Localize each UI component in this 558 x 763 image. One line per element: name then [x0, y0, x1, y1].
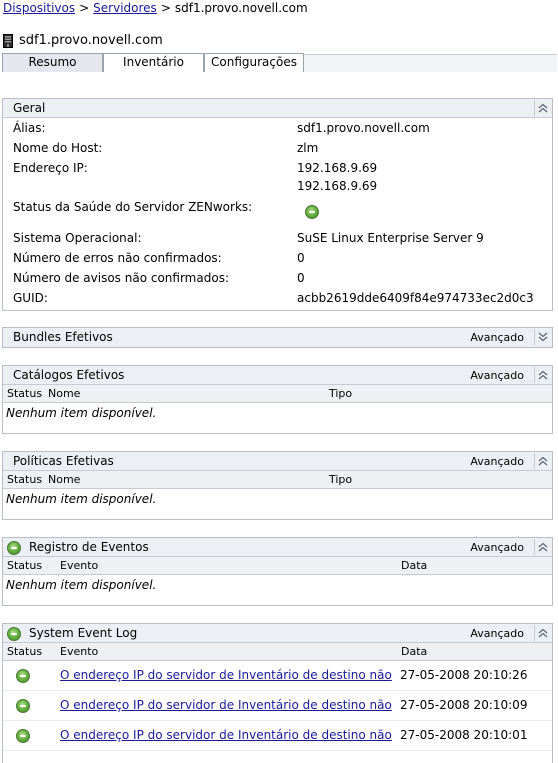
- tab-resumo[interactable]: Resumo: [2, 53, 103, 72]
- breadcrumb-separator: >: [160, 1, 171, 15]
- column-nome[interactable]: Nome: [48, 471, 80, 489]
- collapse-up-icon[interactable]: [534, 539, 550, 555]
- column-status[interactable]: Status: [7, 557, 42, 575]
- field-label-os: Sistema Operacional:: [13, 231, 142, 245]
- breadcrumb-separator: >: [79, 1, 90, 15]
- field-label-ip: Endereço IP:: [13, 161, 88, 175]
- field-value-ip: 192.168.9.69: [297, 161, 378, 175]
- politicas-column-header: Status Nome Tipo: [3, 471, 552, 489]
- collapse-up-icon[interactable]: [534, 625, 550, 641]
- tab-bar-filler: [304, 54, 557, 72]
- field-label-guid: GUID:: [13, 291, 48, 305]
- column-data[interactable]: Data: [401, 557, 427, 575]
- syslog-panel-title: System Event Log: [29, 626, 138, 640]
- column-status[interactable]: Status: [7, 385, 42, 403]
- bundles-panel-title: Bundles Efetivos: [13, 330, 113, 344]
- politicas-advanced-link[interactable]: Avançado: [470, 452, 524, 471]
- tab-configuracoes[interactable]: Configurações: [204, 53, 304, 72]
- syslog-column-header: Status Evento Data: [3, 643, 552, 661]
- catalogos-column-header: Status Nome Tipo: [3, 385, 552, 403]
- empty-message: Nenhum item disponível.: [6, 406, 157, 420]
- ok-status-icon: [16, 699, 30, 716]
- field-label-warnings: Número de avisos não confirmados:: [13, 271, 229, 285]
- event-date: 27-05-2008 20:10:26: [400, 668, 528, 682]
- catalogos-panel-title: Catálogos Efetivos: [13, 368, 125, 382]
- syslog-panel-header: System Event Log Avançado: [3, 624, 552, 643]
- breadcrumb: Dispositivos > Servidores > sdf1.provo.novel…: [3, 1, 308, 15]
- geral-panel-title: Geral: [13, 101, 46, 115]
- field-label-errors: Número de erros não confirmados:: [13, 251, 222, 265]
- event-date: 27-05-2008 20:10:01: [400, 728, 528, 742]
- field-value-alias: sdf1.provo.novell.com: [297, 121, 430, 135]
- page-title-row: sdf1.provo.novell.com: [3, 33, 163, 48]
- field-value-warnings: 0: [297, 271, 305, 285]
- politicas-panel-title: Políticas Efetivas: [13, 454, 114, 468]
- breadcrumb-link-servidores[interactable]: Servidores: [93, 1, 157, 15]
- column-tipo[interactable]: Tipo: [329, 471, 352, 489]
- registro-panel-header: Registro de Eventos Avançado: [3, 538, 552, 557]
- catalogos-panel-header: Catálogos Efetivos Avançado: [3, 366, 552, 385]
- page-title: sdf1.provo.novell.com: [19, 33, 163, 48]
- tab-bar: Resumo Inventário Configurações: [2, 53, 557, 72]
- field-value-os: SuSE Linux Enterprise Server 9: [297, 231, 484, 245]
- syslog-panel: System Event Log Avançado Status Evento …: [2, 623, 553, 763]
- bundles-advanced-link[interactable]: Avançado: [470, 328, 524, 347]
- tab-inventario[interactable]: Inventário: [103, 53, 204, 72]
- empty-message: Nenhum item disponível.: [6, 492, 157, 506]
- breadcrumb-current: sdf1.provo.novell.com: [174, 1, 308, 15]
- column-nome[interactable]: Nome: [48, 385, 80, 403]
- registro-advanced-link[interactable]: Avançado: [470, 538, 524, 557]
- column-data[interactable]: Data: [401, 643, 427, 661]
- event-link[interactable]: O endereço IP do servidor de Inventário …: [60, 728, 392, 742]
- catalogos-panel: Catálogos Efetivos Avançado Status Nome …: [2, 365, 553, 434]
- collapse-up-icon[interactable]: [534, 453, 550, 469]
- registro-panel-title: Registro de Eventos: [29, 540, 149, 554]
- politicas-panel-header: Políticas Efetivas Avançado: [3, 452, 552, 471]
- expand-down-icon[interactable]: [534, 329, 550, 345]
- ok-status-icon: [16, 669, 30, 686]
- registro-panel: Registro de Eventos Avançado Status Even…: [2, 537, 553, 606]
- field-value-guid: acbb2619dde6409f84e974733ec2d0c3: [297, 291, 534, 305]
- field-value-errors: 0: [297, 251, 305, 265]
- bundles-panel-header: Bundles Efetivos Avançado: [3, 328, 552, 347]
- table-row: O endereço IP do servidor de Inventário …: [3, 691, 552, 721]
- geral-panel: Geral Álias: sdf1.provo.novell.com Nome …: [2, 98, 553, 311]
- field-label-alias: Álias:: [13, 121, 46, 135]
- server-icon: [3, 33, 13, 48]
- registro-column-header: Status Evento Data: [3, 557, 552, 575]
- ok-status-icon: [16, 729, 30, 746]
- event-link[interactable]: O endereço IP do servidor de Inventário …: [60, 698, 392, 712]
- politicas-panel: Políticas Efetivas Avançado Status Nome …: [2, 451, 553, 520]
- catalogos-advanced-link[interactable]: Avançado: [470, 366, 524, 385]
- syslog-advanced-link[interactable]: Avançado: [470, 624, 524, 643]
- event-link[interactable]: O endereço IP do servidor de Inventário …: [60, 668, 392, 682]
- empty-message: Nenhum item disponível.: [6, 578, 157, 592]
- field-label-hostname: Nome do Host:: [13, 141, 103, 155]
- bundles-panel: Bundles Efetivos Avançado: [2, 327, 553, 348]
- field-value-hostname: zlm: [297, 141, 319, 155]
- breadcrumb-link-dispositivos[interactable]: Dispositivos: [3, 1, 75, 15]
- collapse-up-icon[interactable]: [534, 367, 550, 383]
- field-value-ip-2: 192.168.9.69: [297, 179, 378, 193]
- column-evento[interactable]: Evento: [60, 643, 98, 661]
- collapse-up-icon[interactable]: [534, 100, 550, 116]
- column-status[interactable]: Status: [7, 471, 42, 489]
- table-row: O endereço IP do servidor de Inventário …: [3, 721, 552, 751]
- column-status[interactable]: Status: [7, 643, 42, 661]
- field-label-health: Status da Saúde do Servidor ZENworks:: [13, 200, 253, 214]
- table-row: O endereço IP do servidor de Inventário …: [3, 661, 552, 691]
- event-date: 27-05-2008 20:10:09: [400, 698, 528, 712]
- geral-panel-header: Geral: [3, 99, 552, 118]
- column-tipo[interactable]: Tipo: [329, 385, 352, 403]
- ok-status-icon: [305, 205, 319, 222]
- column-evento[interactable]: Evento: [60, 557, 98, 575]
